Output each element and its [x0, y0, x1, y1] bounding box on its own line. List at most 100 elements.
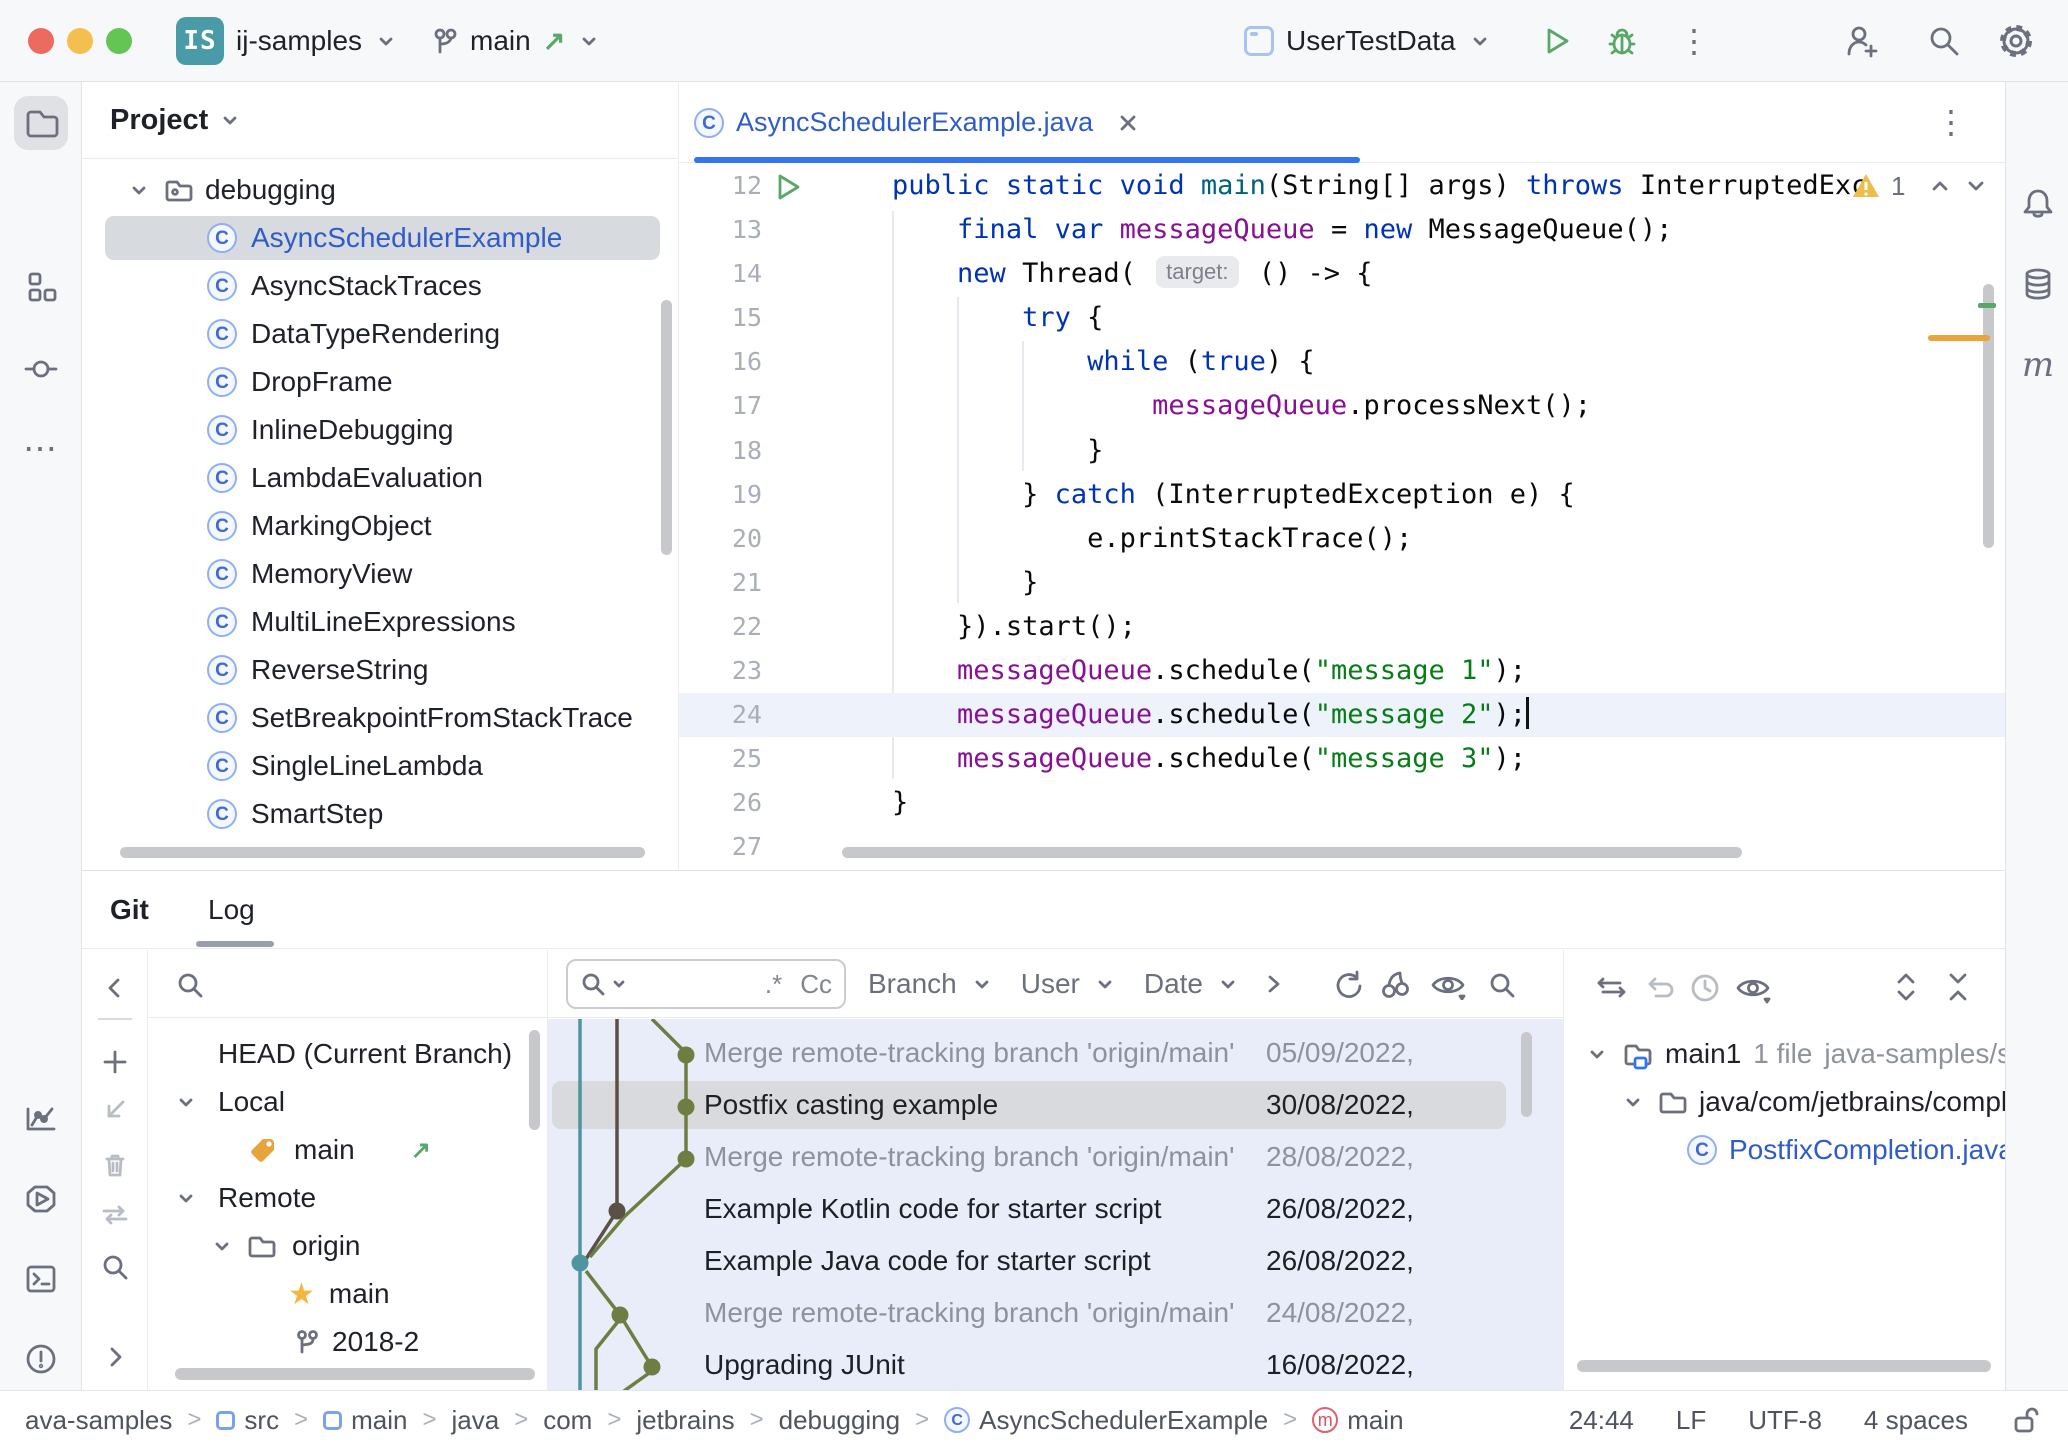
run-configuration-widget[interactable]: UserTestData: [1244, 0, 1492, 82]
code-editor-area[interactable]: 12 public static void main(String[] args…: [679, 163, 2005, 870]
line-number[interactable]: 25: [679, 737, 762, 781]
editor-horizontal-scrollbar[interactable]: [842, 847, 1742, 858]
branches-search-row[interactable]: [148, 950, 548, 1018]
line-number[interactable]: 16: [679, 340, 762, 384]
breadcrumb-item-java[interactable]: java: [451, 1405, 499, 1436]
changed-file-row[interactable]: PostfixCompletion.java: [1564, 1126, 2005, 1174]
tree-item-InlineDebugging[interactable]: InlineDebugging: [82, 408, 679, 452]
commit-row[interactable]: Example Kotlin code for starter script26…: [552, 1185, 1506, 1233]
code-line-19[interactable]: 19 } catch (InterruptedException e) {: [679, 473, 2005, 517]
debug-button[interactable]: [1604, 23, 1640, 59]
search-icon[interactable]: [1926, 23, 1962, 59]
settings-gear-icon[interactable]: [1996, 21, 2036, 61]
branch-item-head[interactable]: HEAD (Current Branch): [148, 1030, 548, 1078]
date-filter[interactable]: Date: [1144, 968, 1203, 1000]
commit-row[interactable]: Merge remote-tracking branch 'origin/mai…: [552, 1289, 1506, 1337]
collapse-all-icon[interactable]: [1942, 970, 1974, 1004]
changed-folder-row[interactable]: java/com/jetbrains/compl: [1564, 1078, 2005, 1126]
search-branch-icon[interactable]: [99, 1251, 131, 1283]
line-number[interactable]: 27: [679, 825, 762, 869]
code-line-14[interactable]: 14 new Thread( target: () -> {: [679, 252, 2005, 296]
user-filter[interactable]: User: [1021, 968, 1080, 1000]
commit-row[interactable]: Example Java code for starter script26/0…: [552, 1237, 1506, 1285]
run-button[interactable]: [1540, 24, 1574, 58]
commit-row[interactable]: Merge remote-tracking branch 'origin/mai…: [552, 1029, 1506, 1077]
line-number[interactable]: 23: [679, 649, 762, 693]
branch-group-remote[interactable]: Remote: [148, 1174, 548, 1222]
code-line-12[interactable]: 12 public static void main(String[] args…: [679, 164, 2005, 208]
tree-item-SmartStep[interactable]: SmartStep: [82, 792, 679, 836]
run-line-icon[interactable]: [773, 172, 803, 202]
branch-item-local-main[interactable]: main ↗: [148, 1126, 548, 1174]
close-window-button[interactable]: [28, 28, 54, 54]
add-user-icon[interactable]: [1842, 22, 1880, 60]
tree-item-SingleLineLambda[interactable]: SingleLineLambda: [82, 744, 679, 788]
branch-item-origin-main[interactable]: ★ main: [148, 1270, 548, 1318]
structure-tool-button[interactable]: [14, 260, 68, 314]
refresh-icon[interactable]: [1330, 968, 1364, 1002]
branch-filter[interactable]: Branch: [868, 968, 957, 1000]
breadcrumb-item-AsyncSchedulerExample[interactable]: AsyncSchedulerExample: [944, 1405, 1268, 1436]
project-horizontal-scrollbar[interactable]: [120, 847, 645, 858]
breadcrumb-item-main[interactable]: main: [1312, 1405, 1403, 1436]
zoom-window-button[interactable]: [106, 28, 132, 54]
project-panel-header[interactable]: Project: [82, 82, 678, 159]
code-line-24[interactable]: 24 messageQueue.schedule("message 2");: [679, 693, 2005, 737]
code-line-26[interactable]: 26 }: [679, 781, 2005, 825]
branch-widget[interactable]: main ↗: [428, 0, 601, 82]
expand-panel-icon[interactable]: [99, 1341, 131, 1373]
branch-item-2018-2[interactable]: 2018-2: [148, 1318, 548, 1366]
tree-item-DropFrame[interactable]: DropFrame: [82, 360, 679, 404]
tree-item-MarkingObject[interactable]: MarkingObject: [82, 504, 679, 548]
unlocked-lock-icon[interactable]: [2010, 1403, 2042, 1437]
compare-icon[interactable]: [99, 1199, 131, 1231]
history-clock-icon[interactable]: [1688, 971, 1722, 1005]
caret-position[interactable]: 24:44: [1569, 1405, 1634, 1436]
code-line-23[interactable]: 23 messageQueue.schedule("message 1");: [679, 649, 2005, 693]
profiler-tool-button[interactable]: [14, 1092, 68, 1146]
code-line-13[interactable]: 13 final var messageQueue = new MessageQ…: [679, 208, 2005, 252]
collapse-panel-icon[interactable]: [99, 972, 131, 1004]
new-branch-icon[interactable]: [99, 1046, 131, 1078]
tab-log[interactable]: Log: [208, 871, 255, 949]
tree-item-MultiLineExpressions[interactable]: MultiLineExpressions: [82, 600, 679, 644]
project-widget[interactable]: IS ij-samples: [176, 0, 398, 82]
expand-all-icon[interactable]: [1890, 970, 1922, 1004]
code-line-21[interactable]: 21 }: [679, 561, 2005, 605]
breadcrumb-item-jetbrains[interactable]: jetbrains: [636, 1405, 734, 1436]
tree-item-SetBreakpointFromStackTrace[interactable]: SetBreakpointFromStackTrace: [82, 696, 679, 740]
code-line-18[interactable]: 18 }: [679, 429, 2005, 473]
minimize-window-button[interactable]: [67, 28, 93, 54]
more-actions-button[interactable]: ⋮: [1678, 0, 1710, 82]
editor-tab[interactable]: AsyncSchedulerExample.java: [694, 82, 1141, 163]
branch-group-origin[interactable]: origin: [148, 1222, 548, 1270]
services-tool-button[interactable]: [14, 1172, 68, 1226]
project-vertical-scrollbar[interactable]: [661, 300, 672, 555]
tree-item-LambdaEvaluation[interactable]: LambdaEvaluation: [82, 456, 679, 500]
close-tab-icon[interactable]: [1115, 110, 1141, 136]
swap-branches-icon[interactable]: [1594, 971, 1628, 1005]
warning-stripe-mark[interactable]: [1928, 335, 1990, 341]
cherry-pick-icon[interactable]: [1378, 968, 1412, 1002]
code-line-15[interactable]: 15 try {: [679, 296, 2005, 340]
line-number[interactable]: 24: [679, 693, 762, 737]
tree-item-AsyncStackTraces[interactable]: AsyncStackTraces: [82, 264, 679, 308]
indent-info[interactable]: 4 spaces: [1864, 1405, 1968, 1436]
go-to-hash-search-icon[interactable]: [1486, 969, 1518, 1001]
breadcrumb-item-debugging[interactable]: debugging: [779, 1405, 900, 1436]
code-line-20[interactable]: 20 e.printStackTrace();: [679, 517, 2005, 561]
project-tool-button[interactable]: [14, 96, 68, 150]
database-button[interactable]: [2018, 265, 2058, 305]
inspection-widget[interactable]: 1: [1851, 166, 1989, 206]
previous-warning-button[interactable]: [1927, 173, 1953, 199]
tree-item-MemoryView[interactable]: MemoryView: [82, 552, 679, 596]
line-number[interactable]: 14: [679, 252, 762, 296]
breadcrumb-item-main[interactable]: main: [323, 1405, 407, 1436]
line-number[interactable]: 12: [679, 164, 762, 208]
editor-options-button[interactable]: ⋮: [1935, 82, 1967, 163]
notifications-button[interactable]: [2018, 185, 2058, 225]
breadcrumb-item-com[interactable]: com: [543, 1405, 592, 1436]
code-line-17[interactable]: 17 messageQueue.processNext();: [679, 384, 2005, 428]
tab-git[interactable]: Git: [110, 871, 149, 949]
next-warning-button[interactable]: [1963, 173, 1989, 199]
